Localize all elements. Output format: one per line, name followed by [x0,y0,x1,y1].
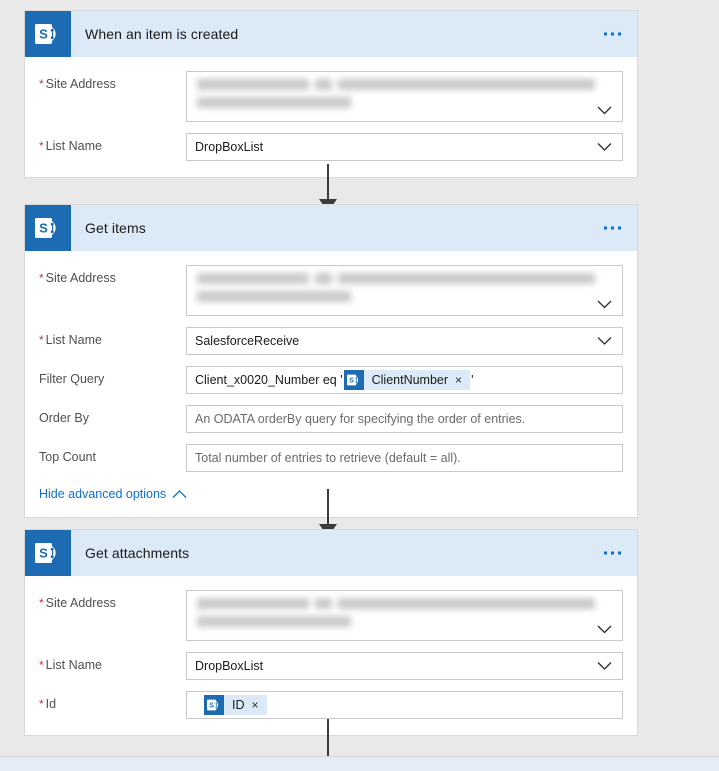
site-address-dropdown[interactable] [186,265,623,316]
required-asterisk: * [39,139,44,153]
field-label: * List Name [39,333,102,347]
field-value: SalesforceReceive [195,334,300,348]
field-label: * Site Address [39,271,116,285]
redacted-value [187,72,622,121]
redacted-value [187,591,622,640]
field-label: Order By [39,411,90,425]
required-asterisk: * [39,596,44,610]
field-row-filter-query: Filter Query Client_x0020_Number eq ' S [39,366,623,394]
token-label: ID [232,698,245,712]
chevron-down-icon [597,662,612,670]
menu-dot [611,32,614,36]
hide-advanced-options-link[interactable]: Hide advanced options [39,487,187,501]
filter-query-suffix: ' [471,373,474,387]
card-title: Get items [85,220,146,236]
dynamic-content-token-id[interactable]: S ID × [204,695,267,715]
card-title: Get attachments [85,545,190,561]
list-name-dropdown[interactable]: DropBoxList [186,133,623,161]
menu-dot [618,32,621,36]
menu-dot [611,226,614,230]
required-asterisk: * [39,77,44,91]
card-overflow-menu-button[interactable] [604,226,621,230]
sharepoint-icon: S [343,370,364,390]
site-address-dropdown[interactable] [186,71,623,122]
sharepoint-icon: S [25,205,71,251]
field-label: Filter Query [39,372,105,386]
menu-dot [618,226,621,230]
site-address-dropdown[interactable] [186,590,623,641]
field-row-list-name: * List Name DropBoxList [39,652,623,680]
card-body: * Site Address [25,57,637,177]
svg-text:S: S [39,221,48,236]
close-icon[interactable]: × [455,374,470,386]
field-label: * Id [39,697,57,711]
field-placeholder: Total number of entries to retrieve (def… [195,451,461,465]
menu-dot [604,551,607,555]
required-asterisk: * [39,271,44,285]
filter-query-prefix: Client_x0020_Number eq ' [195,373,343,387]
menu-dot [604,32,607,36]
field-label: Top Count [39,450,96,464]
close-icon[interactable]: × [252,699,267,711]
sharepoint-icon: S [204,695,224,715]
field-row-order-by: Order By An ODATA orderBy query for spec… [39,405,623,433]
field-row-site-address: * Site Address [39,590,623,641]
flow-step-card-get-items[interactable]: S Get items * Site Address * List Name S… [24,204,638,518]
field-label: * List Name [39,658,102,672]
card-title: When an item is created [85,26,239,42]
card-header[interactable]: S When an item is created [25,11,637,57]
order-by-input[interactable]: An ODATA orderBy query for specifying th… [186,405,623,433]
card-header[interactable]: S Get attachments [25,530,637,576]
menu-dot [618,551,621,555]
chevron-down-icon [597,143,612,151]
dynamic-content-token-clientnumber[interactable]: S ClientNumber × [343,370,471,390]
required-asterisk: * [39,333,44,347]
field-value: DropBoxList [195,659,264,673]
required-asterisk: * [39,658,44,672]
svg-text:S: S [39,546,48,561]
field-value: DropBoxList [195,140,264,154]
menu-dot [611,551,614,555]
sharepoint-icon: S [25,530,71,576]
advanced-options-label: Hide advanced options [39,487,167,501]
flow-designer-canvas: S When an item is created *Site Address [0,0,719,771]
card-header[interactable]: S Get items [25,205,637,251]
field-placeholder: An ODATA orderBy query for specifying th… [195,412,526,426]
field-row-list-name: * List Name SalesforceReceive [39,327,623,355]
field-label: * Site Address [39,596,116,610]
sharepoint-icon: S [25,11,71,57]
top-count-input[interactable]: Total number of entries to retrieve (def… [186,444,623,472]
card-overflow-menu-button[interactable] [604,32,621,36]
field-row-site-address: * Site Address [39,71,623,122]
svg-text:S: S [209,702,214,709]
chevron-up-icon [172,489,187,498]
card-overflow-menu-button[interactable] [604,551,621,555]
svg-text:S: S [349,377,354,384]
field-label: * List Name [39,139,102,153]
list-name-dropdown[interactable]: DropBoxList [186,652,623,680]
card-body: * Site Address [25,576,637,735]
flow-step-card-get-attachments[interactable]: S Get attachments * Site Address * List … [24,529,638,736]
card-body: * Site Address [25,251,637,517]
chevron-down-icon [597,337,612,345]
flow-step-card-trigger[interactable]: S When an item is created *Site Address [24,10,638,178]
required-asterisk: * [39,697,44,711]
field-row-site-address: * Site Address [39,265,623,316]
token-label: ClientNumber [371,373,449,387]
id-input[interactable]: S ID × [186,691,623,719]
field-row-id: * Id S ID × [39,691,623,719]
next-step-card-peek[interactable] [0,757,719,771]
field-label: * Site Address [39,77,116,91]
filter-query-input[interactable]: Client_x0020_Number eq ' S ClientNumber … [186,366,623,394]
field-row-list-name: * List Name DropBoxList [39,133,623,161]
svg-text:S: S [39,27,48,42]
menu-dot [604,226,607,230]
redacted-value [187,266,622,315]
field-row-top-count: Top Count Total number of entries to ret… [39,444,623,472]
list-name-dropdown[interactable]: SalesforceReceive [186,327,623,355]
